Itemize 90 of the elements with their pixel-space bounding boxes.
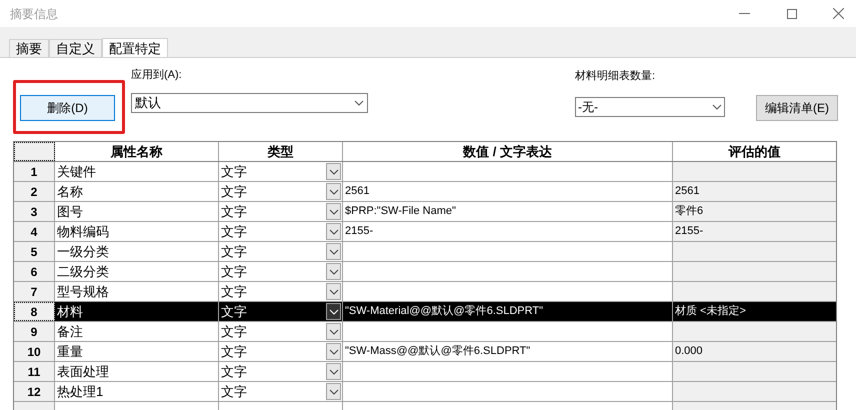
dropdown-arrow-button[interactable] xyxy=(326,203,341,220)
dropdown-arrow-button[interactable] xyxy=(326,323,341,340)
dropdown-arrow-button[interactable] xyxy=(326,263,341,280)
dropdown-arrow-button[interactable] xyxy=(326,343,341,360)
type-dropdown[interactable]: 文字 xyxy=(219,282,343,301)
chevron-down-icon xyxy=(328,368,338,374)
window-title: 摘要信息 xyxy=(10,6,58,22)
chevron-down-icon xyxy=(328,268,338,274)
table-cell: 图号 xyxy=(55,202,219,221)
dropdown-arrow-button[interactable] xyxy=(326,243,341,260)
chevron-down-icon xyxy=(328,248,338,254)
table-cell: 表面处理 xyxy=(55,362,219,381)
row-number: 10 xyxy=(14,342,55,361)
dropdown-arrow-button[interactable] xyxy=(326,163,341,180)
row-number: 11 xyxy=(14,362,55,381)
type-dropdown[interactable]: 文字 xyxy=(219,382,343,401)
maximize-icon[interactable] xyxy=(787,8,797,18)
tab[interactable]: 摘要 xyxy=(9,39,49,57)
row-number: 7 xyxy=(14,282,55,301)
chevron-down-icon xyxy=(328,288,338,294)
column-header: 评估的值 xyxy=(727,142,782,161)
type-dropdown[interactable]: 文字 xyxy=(219,262,343,281)
table-cell: 名称 xyxy=(55,182,219,201)
dropdown-arrow-button[interactable] xyxy=(326,183,341,200)
table-cell: 物料编码 xyxy=(55,222,219,241)
row-number: 5 xyxy=(14,242,55,261)
delete-button[interactable]: 删除(D) xyxy=(20,95,115,121)
chevron-down-icon xyxy=(328,388,338,394)
chevron-down-icon xyxy=(328,328,338,334)
chevron-down-icon xyxy=(354,100,364,106)
chevron-down-icon xyxy=(712,104,722,110)
chevron-down-icon xyxy=(328,188,338,194)
row-number: 2 xyxy=(14,182,55,201)
minimize-icon[interactable] xyxy=(739,12,750,14)
apply-to-label: 应用到(A): xyxy=(131,68,183,83)
type-dropdown[interactable]: 文字 xyxy=(219,362,343,381)
type-dropdown[interactable]: 文字 xyxy=(219,182,343,201)
chevron-down-icon xyxy=(328,308,338,314)
type-dropdown[interactable]: 文字 xyxy=(219,162,343,181)
table-cell: "SW-Material@@默认@零件6.SLDPRT" xyxy=(343,302,673,321)
row-number: 12 xyxy=(14,382,55,401)
table-cell: 型号规格 xyxy=(55,282,219,301)
table-cell: 2155- xyxy=(673,222,836,241)
column-header: 属性名称 xyxy=(55,142,219,161)
table-cell: 备注 xyxy=(55,322,219,341)
type-dropdown[interactable]: 文字 xyxy=(219,322,343,341)
type-dropdown[interactable]: 文字 xyxy=(219,302,343,321)
table-cell: 重量 xyxy=(55,342,219,361)
chevron-down-icon xyxy=(328,208,338,214)
table-cell: 零件6 xyxy=(673,202,836,221)
dropdown-arrow-button[interactable] xyxy=(326,303,341,320)
row-number: 6 xyxy=(14,262,55,281)
table-cell: "SW-Mass@@默认@零件6.SLDPRT" xyxy=(343,342,673,361)
table-cell: 2561 xyxy=(673,182,836,201)
type-dropdown[interactable]: 文字 xyxy=(219,202,343,221)
chevron-down-icon xyxy=(328,348,338,354)
tab[interactable]: 自定义 xyxy=(49,39,102,57)
dropdown-arrow-button[interactable] xyxy=(326,363,341,380)
type-dropdown[interactable]: 文字 xyxy=(219,342,343,361)
tab[interactable]: 配置特定 xyxy=(102,38,168,58)
table-cell: 关键件 xyxy=(55,162,219,181)
dropdown-arrow-button[interactable] xyxy=(326,283,341,300)
table-cell: $PRP:"SW-File Name" xyxy=(343,202,673,221)
close-icon[interactable] xyxy=(833,8,844,19)
table-cell: 材质 <未指定> xyxy=(673,302,836,321)
row-number: 1 xyxy=(14,162,55,181)
type-dropdown[interactable]: 文字 xyxy=(219,242,343,261)
table-cell: 0.000 xyxy=(673,342,836,361)
table-cell: 2561 xyxy=(343,182,673,201)
table-cell: 2155- xyxy=(343,222,673,241)
table-corner-cell[interactable] xyxy=(14,142,55,161)
column-header: 类型 xyxy=(219,142,343,161)
column-header: 数值 / 文字表达 xyxy=(343,142,673,161)
table-cell: 热处理1 xyxy=(55,382,219,401)
bom-quantity-label: 材料明细表数量: xyxy=(575,69,656,84)
dropdown-arrow-button[interactable] xyxy=(326,223,341,240)
table-cell: 二级分类 xyxy=(55,262,219,281)
bom-quantity-dropdown[interactable]: -无- xyxy=(575,97,725,117)
dropdown-arrow-button[interactable] xyxy=(326,383,341,400)
type-dropdown[interactable]: 文字 xyxy=(219,222,343,241)
chevron-down-icon xyxy=(328,168,338,174)
apply-to-dropdown[interactable]: 默认 xyxy=(131,93,368,113)
chevron-down-icon xyxy=(328,228,338,234)
row-number: 4 xyxy=(14,222,55,241)
table-cell: 一级分类 xyxy=(55,242,219,261)
row-number: 8 xyxy=(14,302,55,321)
row-number: 9 xyxy=(14,322,55,341)
row-number: 3 xyxy=(14,202,55,221)
edit-list-button[interactable]: 编辑清单(E) xyxy=(756,95,838,121)
table-cell: 材料 xyxy=(55,302,219,321)
